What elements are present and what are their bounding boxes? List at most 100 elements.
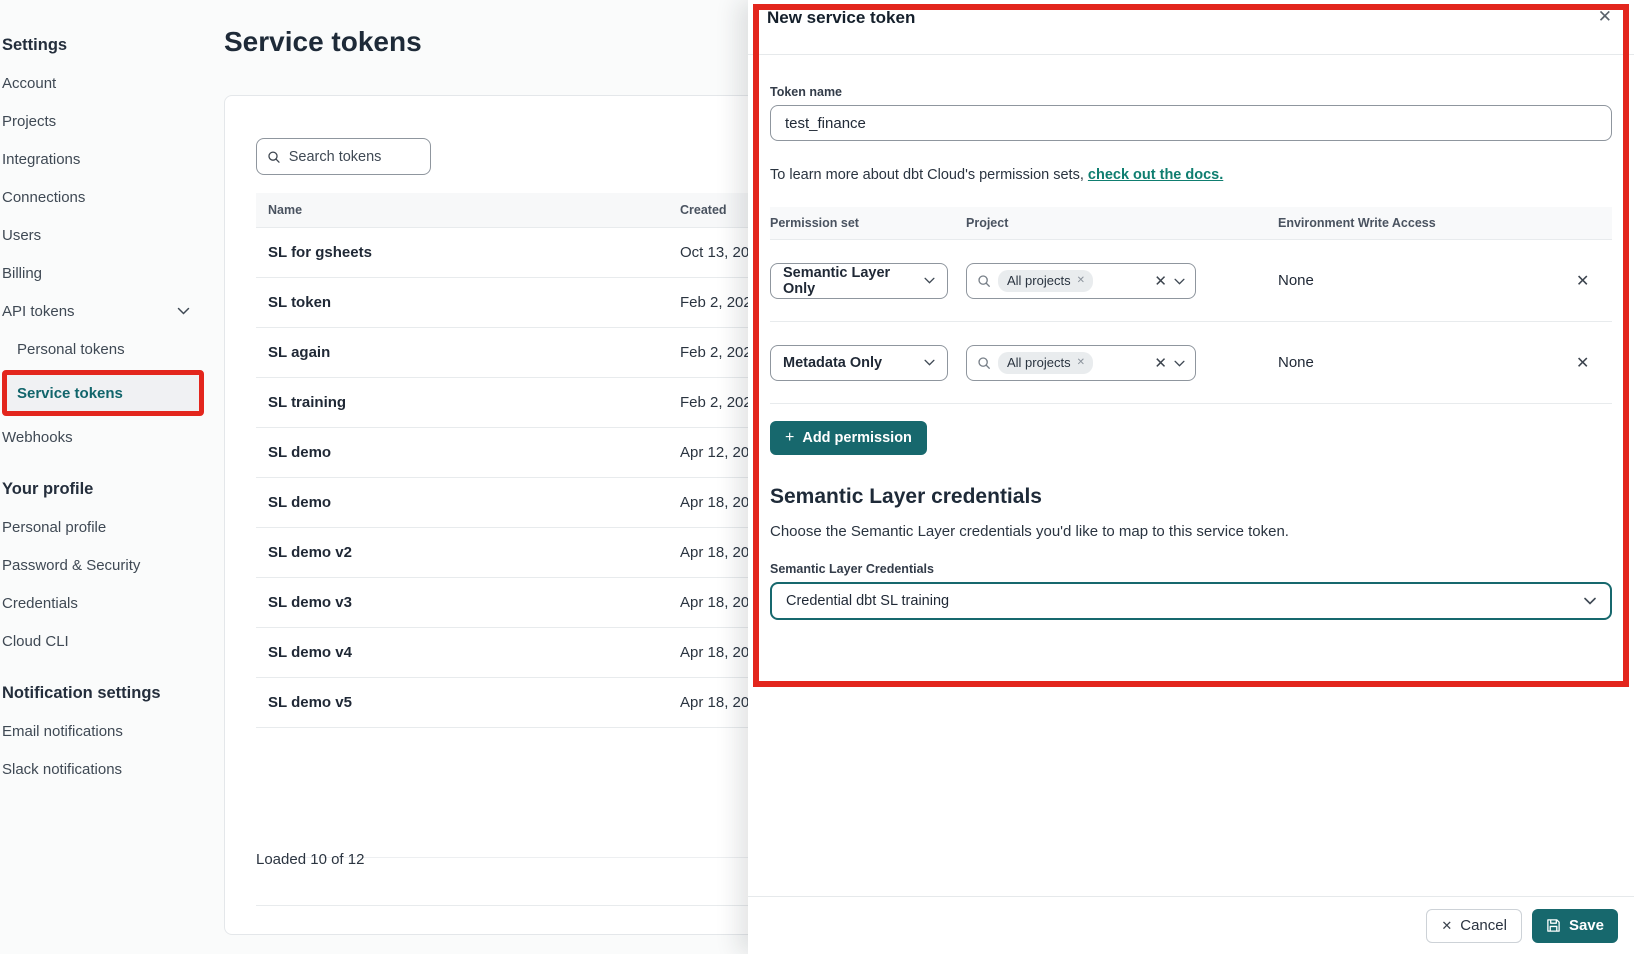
add-permission-label: Add permission [802, 430, 912, 446]
column-header-name: Name [268, 203, 680, 217]
sidebar-item-label: Integrations [2, 151, 80, 168]
search-icon [977, 274, 991, 288]
sidebar-item-credentials[interactable]: Credentials [2, 584, 212, 622]
save-button[interactable]: Save [1532, 909, 1618, 943]
cancel-label: Cancel [1460, 917, 1507, 934]
sidebar-item-password-security[interactable]: Password & Security [2, 546, 212, 584]
sidebar-item-label: Credentials [2, 595, 78, 612]
token-name: SL demo v3 [268, 594, 680, 611]
chevron-down-icon [924, 277, 935, 284]
sidebar-item-label: Users [2, 227, 41, 244]
search-tokens-box[interactable] [256, 138, 431, 175]
close-icon[interactable]: ✕ [1594, 6, 1616, 27]
column-header-permission-set: Permission set [770, 216, 948, 230]
sidebar-item-connections[interactable]: Connections [2, 178, 212, 216]
sidebar-item-users[interactable]: Users [2, 216, 212, 254]
docs-link[interactable]: check out the docs. [1088, 167, 1223, 183]
column-header-project: Project [966, 216, 1196, 230]
chevron-down-icon [1584, 597, 1596, 605]
chip-remove-icon[interactable]: ✕ [1077, 357, 1085, 368]
chip-remove-icon[interactable]: ✕ [1077, 275, 1085, 286]
docs-text-prefix: To learn more about dbt Cloud's permissi… [770, 167, 1088, 183]
project-chip: All projects ✕ [998, 352, 1093, 374]
sidebar-item-personal-profile[interactable]: Personal profile [2, 508, 212, 546]
chevron-down-icon [1174, 354, 1185, 372]
sidebar-item-label: Personal profile [2, 519, 106, 536]
docs-text: To learn more about dbt Cloud's permissi… [770, 167, 1612, 183]
token-name: SL demo v2 [268, 544, 680, 561]
loaded-count: Loaded 10 of 12 [256, 851, 364, 868]
project-chip: All projects ✕ [998, 270, 1093, 292]
drawer-footer: ✕ Cancel Save [748, 896, 1634, 954]
sidebar-item-personal-tokens[interactable]: Personal tokens [2, 330, 212, 368]
token-name-label: Token name [770, 85, 1612, 99]
semantic-layer-credentials-heading: Semantic Layer credentials [770, 485, 1612, 509]
sidebar-item-webhooks[interactable]: Webhooks [2, 418, 212, 456]
permission-row: Metadata Only All projects ✕ ✕ None ✕ [770, 322, 1612, 404]
page: Settings Account Projects Integrations C… [0, 0, 1634, 954]
project-multiselect[interactable]: All projects ✕ ✕ [966, 345, 1196, 381]
sidebar-item-label: Webhooks [2, 429, 73, 446]
project-multiselect[interactable]: All projects ✕ ✕ [966, 263, 1196, 299]
cancel-button[interactable]: ✕ Cancel [1426, 909, 1522, 943]
sidebar-section-heading: Settings [2, 36, 212, 56]
token-name: SL again [268, 344, 680, 361]
chevron-down-icon [924, 359, 935, 366]
drawer-title: New service token [767, 6, 915, 28]
sidebar-item-projects[interactable]: Projects [2, 102, 212, 140]
remove-permission-icon[interactable]: ✕ [1576, 271, 1589, 291]
search-icon [977, 356, 991, 370]
sidebar-item-cloud-cli[interactable]: Cloud CLI [2, 622, 212, 660]
plus-icon: + [785, 429, 794, 447]
credentials-select-value: Credential dbt SL training [786, 593, 949, 609]
permission-set-value: Metadata Only [783, 355, 882, 371]
sidebar-item-label: Password & Security [2, 557, 140, 574]
sidebar-item-label: API tokens [2, 303, 75, 320]
token-name: SL for gsheets [268, 244, 680, 261]
search-icon [267, 149, 281, 165]
drawer-body: Token name To learn more about dbt Cloud… [748, 55, 1634, 620]
permission-set-select[interactable]: Semantic Layer Only [770, 263, 948, 299]
drawer-header: New service token ✕ [748, 0, 1634, 55]
token-name: SL token [268, 294, 680, 311]
permissions-table: Permission set Project Environment Write… [770, 207, 1612, 404]
sidebar-item-service-tokens[interactable]: Service tokens [2, 370, 204, 416]
add-permission-button[interactable]: + Add permission [770, 421, 927, 455]
sidebar-section-heading: Notification settings [2, 684, 212, 704]
clear-selection-icon[interactable]: ✕ [1154, 354, 1167, 372]
sidebar-item-billing[interactable]: Billing [2, 254, 212, 292]
credentials-select[interactable]: Credential dbt SL training [770, 582, 1612, 620]
sidebar-item-integrations[interactable]: Integrations [2, 140, 212, 178]
sidebar-item-api-tokens[interactable]: API tokens [2, 292, 212, 330]
sidebar-item-label: Email notifications [2, 723, 123, 740]
permission-set-value: Semantic Layer Only [783, 265, 916, 297]
search-input[interactable] [289, 149, 420, 165]
token-name-input[interactable] [770, 105, 1612, 141]
new-service-token-drawer: New service token ✕ Token name To learn … [748, 0, 1634, 954]
page-title: Service tokens [224, 26, 422, 58]
project-chip-label: All projects [1007, 355, 1071, 370]
chevron-down-icon [177, 307, 190, 315]
sidebar-item-label: Account [2, 75, 56, 92]
project-chip-label: All projects [1007, 273, 1071, 288]
token-name: SL demo [268, 444, 680, 461]
permissions-header: Permission set Project Environment Write… [770, 207, 1612, 240]
environment-write-access-value: None [1214, 272, 1558, 289]
sidebar-item-label: Projects [2, 113, 56, 130]
sidebar-item-account[interactable]: Account [2, 64, 212, 102]
close-icon: ✕ [1441, 918, 1452, 934]
sidebar-item-slack-notifications[interactable]: Slack notifications [2, 750, 212, 788]
clear-selection-icon[interactable]: ✕ [1154, 272, 1167, 290]
token-name: SL demo v5 [268, 694, 680, 711]
sidebar-section-heading: Your profile [2, 480, 212, 500]
token-name: SL training [268, 394, 680, 411]
sidebar-item-email-notifications[interactable]: Email notifications [2, 712, 212, 750]
permission-row: Semantic Layer Only All projects ✕ ✕ Non… [770, 240, 1612, 322]
remove-permission-icon[interactable]: ✕ [1576, 353, 1589, 373]
credentials-description: Choose the Semantic Layer credentials yo… [770, 523, 1612, 540]
permission-set-select[interactable]: Metadata Only [770, 345, 948, 381]
settings-sidebar: Settings Account Projects Integrations C… [0, 0, 212, 954]
column-header-environment-write-access: Environment Write Access [1214, 216, 1558, 230]
credentials-select-label: Semantic Layer Credentials [770, 562, 1612, 576]
save-icon [1546, 918, 1561, 933]
